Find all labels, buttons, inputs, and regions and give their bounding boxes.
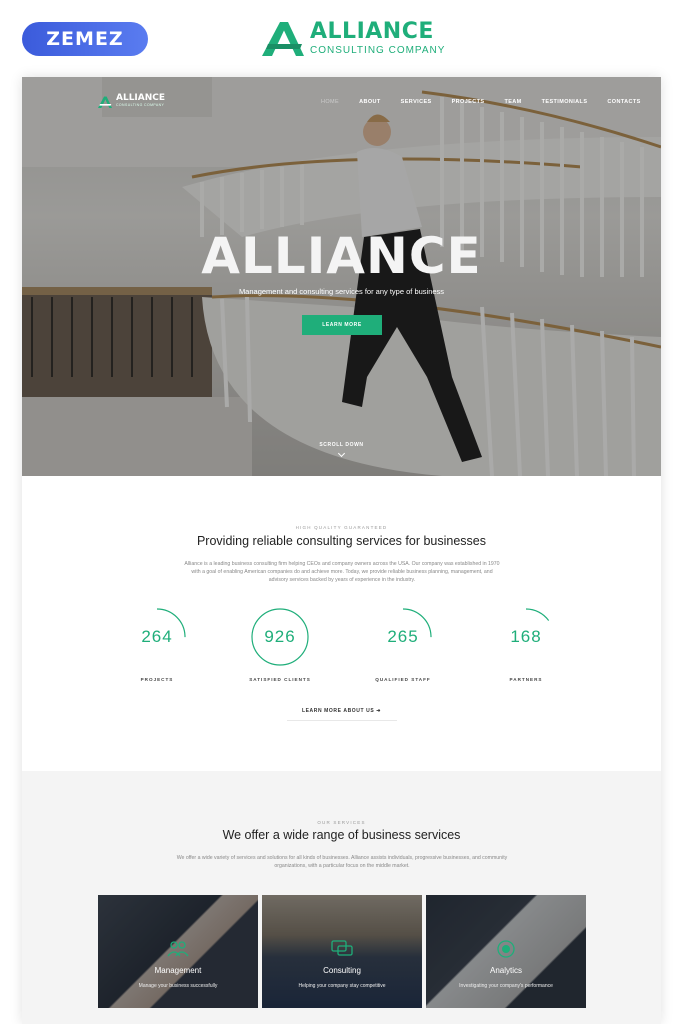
stat-label: PROJECTS <box>140 677 174 682</box>
stat-projects: 264 PROJECTS <box>117 607 197 682</box>
nav-logo-name: ALLIANCE <box>116 93 166 103</box>
main-nav: HOME ABOUT SERVICES PROJECTS TEAM TESTIM… <box>321 99 661 105</box>
alliance-logo-icon <box>258 20 308 56</box>
team-icon <box>166 939 190 959</box>
service-card-title: Consulting <box>323 966 361 975</box>
brand-subtitle: CONSULTING COMPANY <box>310 44 446 56</box>
learn-more-about-label: LEARN MORE ABOUT US <box>301 708 375 714</box>
template-preview: ALLIANCE CONSULTING COMPANY HOME ABOUT S… <box>22 77 661 1024</box>
hero-title: ALLIANCE <box>201 227 482 285</box>
zemez-badge[interactable]: ZEMEZ <box>22 22 148 56</box>
hero-subtitle: Management and consulting services for a… <box>238 287 445 296</box>
zemez-label: ZEMEZ <box>46 28 124 50</box>
service-card-description: Manage your business successfully <box>138 983 218 989</box>
stat-value: 168 <box>510 627 542 646</box>
about-eyebrow: HIGH QUALITY GUARANTEED <box>295 525 388 530</box>
alliance-logo-icon <box>96 95 114 108</box>
chat-icon <box>330 939 354 959</box>
brand-name: ALLIANCE <box>310 18 434 44</box>
nav-item-testimonials[interactable]: TESTIMONIALS <box>542 99 588 105</box>
stat-partners: 168 PARTNERS <box>486 607 566 682</box>
services-title: We offer a wide range of business servic… <box>222 828 461 842</box>
services-description: We offer a wide variety of services and … <box>176 855 508 869</box>
service-card-description: Helping your company stay competitive <box>298 983 386 989</box>
nav-item-home[interactable]: HOME <box>321 99 339 105</box>
nav-logo[interactable]: ALLIANCE CONSULTING COMPANY <box>96 93 166 108</box>
stat-value: 926 <box>264 627 296 646</box>
stat-value: 264 <box>141 627 173 646</box>
service-card-analytics[interactable]: Analytics Investigating your company's p… <box>426 895 586 1008</box>
hero-learn-more-button[interactable]: LEARN MORE <box>302 315 382 335</box>
about-title: Providing reliable consulting services f… <box>196 534 487 548</box>
nav-item-projects[interactable]: PROJECTS <box>452 99 485 105</box>
service-card-title: Analytics <box>489 966 522 975</box>
hero-section: ALLIANCE CONSULTING COMPANY HOME ABOUT S… <box>22 77 661 476</box>
about-description: Alliance is a leading business consultin… <box>184 561 500 583</box>
stat-satisfied-clients: 926 SATISFIED CLIENTS <box>240 607 320 682</box>
stat-value: 265 <box>387 627 419 646</box>
nav-item-team[interactable]: TEAM <box>504 99 521 105</box>
top-brand-logo: ALLIANCE CONSULTING COMPANY <box>258 20 445 56</box>
service-card-title: Management <box>154 966 202 975</box>
services-eyebrow: OUR SERVICES <box>317 820 366 825</box>
stat-label: PARTNERS <box>509 677 543 682</box>
divider <box>287 720 397 721</box>
nav-item-services[interactable]: SERVICES <box>401 99 432 105</box>
arrow-right-icon: ➜ <box>376 708 382 714</box>
scroll-down-link[interactable]: SCROLL DOWN <box>22 442 661 448</box>
stat-label: SATISFIED CLIENTS <box>249 677 311 682</box>
nav-logo-subtitle: CONSULTING COMPANY <box>116 103 165 107</box>
target-icon <box>494 939 518 959</box>
learn-more-about-link[interactable]: LEARN MORE ABOUT US ➜ <box>22 708 661 714</box>
stat-label: QUALIFIED STAFF <box>375 677 431 682</box>
stat-qualified-staff: 265 QUALIFIED STAFF <box>363 607 443 682</box>
service-card-consulting[interactable]: Consulting Helping your company stay com… <box>262 895 422 1008</box>
nav-item-contacts[interactable]: CONTACTS <box>607 99 640 105</box>
service-card-management[interactable]: Management Manage your business successf… <box>98 895 258 1008</box>
nav-item-about[interactable]: ABOUT <box>359 99 381 105</box>
service-card-description: Investigating your company's performance <box>459 983 553 989</box>
